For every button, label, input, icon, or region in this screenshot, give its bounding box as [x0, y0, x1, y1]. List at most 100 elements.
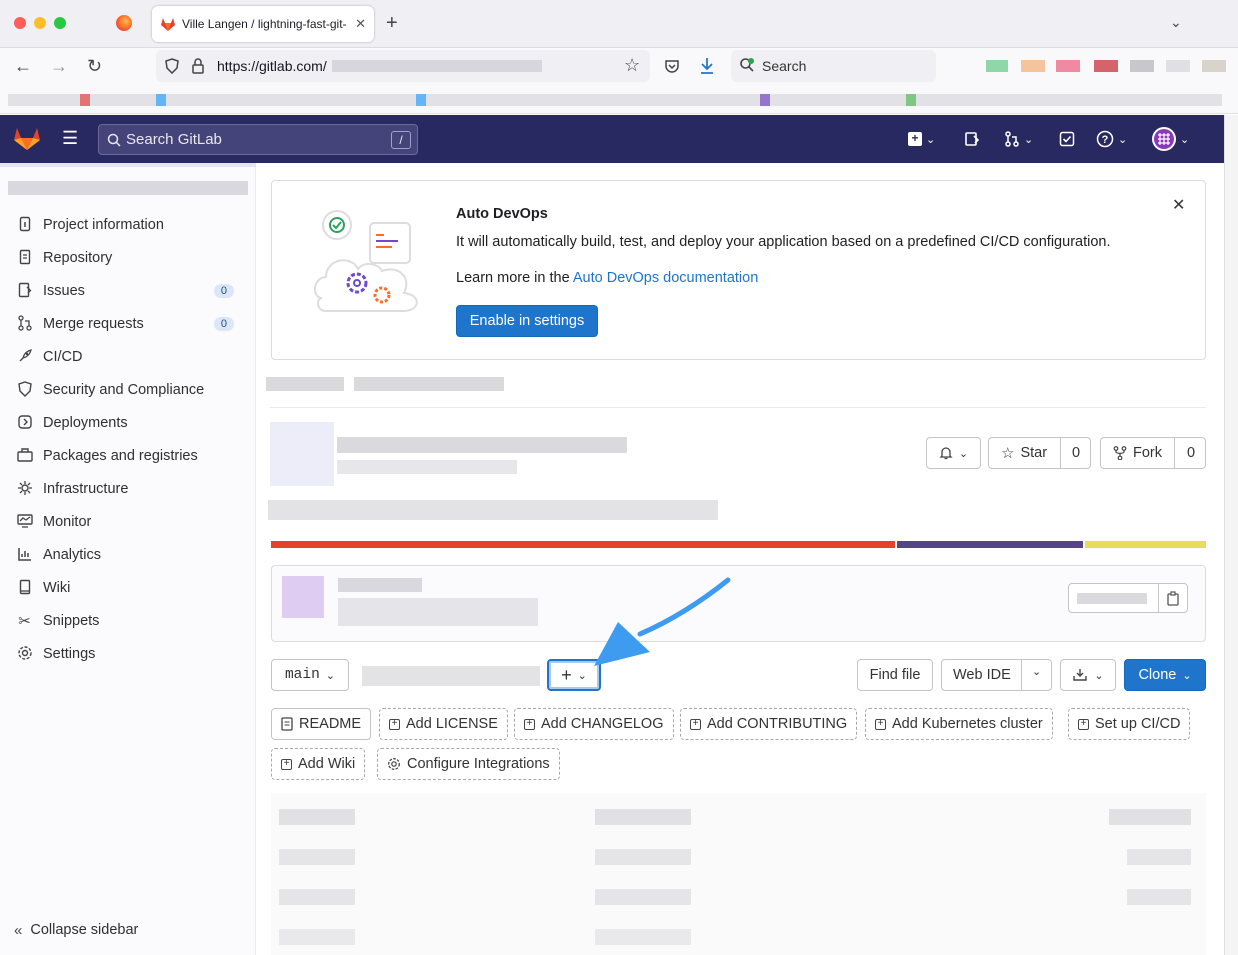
browser-tab-active[interactable]: Ville Langen / lightning-fast-git- ✕ — [152, 6, 374, 42]
collapse-sidebar-button[interactable]: « Collapse sidebar — [14, 917, 238, 943]
sidebar-item-label: Issues — [43, 283, 85, 299]
new-item-dropdown[interactable]: + ⌄ — [908, 128, 935, 150]
fork-count: 0 — [1187, 445, 1196, 461]
minimize-window-button[interactable] — [34, 17, 46, 29]
plus-square-icon: + — [281, 758, 292, 770]
notification-dropdown[interactable]: ⌄ — [926, 437, 981, 469]
find-file-button[interactable]: Find file — [857, 659, 933, 691]
add-kubernetes-cluster-button[interactable]: + Add Kubernetes cluster — [865, 708, 1053, 740]
sidebar-item-settings[interactable]: Settings — [16, 641, 240, 667]
tab-list-chevron-icon[interactable]: ⌄ — [1170, 14, 1182, 31]
close-window-button[interactable] — [14, 17, 26, 29]
gitlab-search-input[interactable]: Search GitLab / — [98, 124, 418, 155]
readme-button[interactable]: README — [271, 708, 372, 740]
new-tab-button[interactable]: + — [386, 12, 398, 35]
bookmark-star-icon[interactable]: ☆ — [624, 55, 640, 76]
sidebar-item-security-and-compliance[interactable]: Security and Compliance — [16, 377, 240, 403]
add-license-button[interactable]: + Add LICENSE — [379, 708, 508, 740]
merge-request-icon — [1005, 131, 1019, 147]
sidebar-item-packages-and-registries[interactable]: Packages and registries — [16, 443, 240, 469]
sidebar-item-deployments[interactable]: Deployments — [16, 410, 240, 436]
page-scrollbar[interactable] — [1224, 115, 1238, 955]
chevron-down-icon[interactable]: ⌄ — [1032, 665, 1041, 678]
gitlab-tab-icon — [161, 18, 175, 31]
reload-icon[interactable]: ↻ — [87, 56, 102, 77]
sidebar-item-ci-cd[interactable]: CI/CD — [16, 344, 240, 370]
todos-top-icon[interactable] — [1059, 128, 1075, 150]
forward-icon[interactable]: → — [50, 56, 68, 77]
set-up-ci-cd-button[interactable]: + Set up CI/CD — [1068, 708, 1191, 740]
commit-sha-redacted — [1077, 593, 1147, 604]
commit-sha-box[interactable] — [1068, 583, 1188, 613]
bell-icon — [939, 447, 953, 460]
devops-docs-link[interactable]: Auto DevOps documentation — [573, 270, 758, 286]
sidebar-item-merge-requests[interactable]: Merge requests 0 — [16, 311, 240, 337]
sidebar-item-repository[interactable]: Repository — [16, 245, 240, 271]
fork-button[interactable]: Fork 0 — [1100, 437, 1206, 469]
sidebar-item-infrastructure[interactable]: Infrastructure — [16, 476, 240, 502]
search-shortcut-kbd: / — [391, 131, 411, 149]
clone-label: Clone — [1138, 667, 1177, 683]
tracking-shield-icon[interactable] — [164, 58, 180, 74]
chevron-down-icon: ⌄ — [958, 447, 969, 460]
sidebar-item-label: Merge requests — [43, 316, 144, 332]
merge-icon — [16, 314, 33, 334]
sidebar-item-label: Repository — [43, 250, 113, 266]
sidebar-item-snippets[interactable]: ✂ Snippets — [16, 608, 240, 634]
cloud-icon — [16, 480, 33, 499]
sidebar-item-monitor[interactable]: Monitor — [16, 509, 240, 535]
plus-square-icon: + — [690, 718, 701, 730]
firefox-icon[interactable] — [116, 15, 132, 31]
add-contributing-button[interactable]: + Add CONTRIBUTING — [680, 708, 858, 740]
branch-selector[interactable]: main ⌄ — [271, 659, 349, 691]
gear-icon — [16, 645, 33, 664]
chart-icon — [16, 547, 33, 564]
chevron-double-left-icon: « — [14, 921, 23, 939]
copy-icon[interactable] — [1166, 591, 1180, 606]
help-dropdown[interactable]: ? ⌄ — [1096, 128, 1127, 150]
collapse-sidebar-label: Collapse sidebar — [30, 922, 139, 938]
plus-square-icon: + — [524, 718, 535, 730]
enable-in-settings-button[interactable]: Enable in settings — [456, 305, 598, 337]
merge-requests-top-dropdown[interactable]: ⌄ — [1004, 128, 1033, 150]
star-label: Star — [1020, 445, 1048, 461]
download-source-dropdown[interactable]: ⌄ — [1060, 659, 1116, 691]
doc-icon — [281, 717, 293, 731]
commit-author-avatar-redacted — [282, 576, 324, 618]
merge-requests-count-badge: 0 — [213, 317, 234, 331]
file-tree-redacted — [271, 793, 1206, 955]
pocket-icon[interactable] — [664, 58, 680, 74]
back-icon[interactable]: ← — [14, 56, 32, 77]
add-kubernetes-label: Add Kubernetes cluster — [892, 716, 1043, 732]
gitlab-logo-icon[interactable] — [13, 125, 41, 151]
close-tab-icon[interactable]: ✕ — [355, 16, 366, 32]
menu-hamburger-icon[interactable]: ☰ — [62, 129, 78, 147]
url-bar[interactable]: https://gitlab.com/ ☆ — [156, 50, 650, 82]
language-bar-segment — [1084, 541, 1206, 548]
sidebar-item-analytics[interactable]: Analytics — [16, 542, 240, 568]
add-wiki-button[interactable]: + Add Wiki — [271, 748, 366, 780]
web-ide-button[interactable]: Web IDE ⌄ — [941, 659, 1052, 691]
extension-icons-redacted — [958, 48, 1228, 88]
clone-dropdown[interactable]: Clone ⌄ — [1124, 659, 1206, 691]
download-icon[interactable] — [699, 57, 715, 75]
sidebar-item-project-information[interactable]: Project information — [16, 212, 240, 238]
user-menu-dropdown[interactable]: ⌄ — [1152, 127, 1189, 151]
sidebar-item-label: CI/CD — [43, 349, 83, 365]
lock-icon — [192, 58, 204, 74]
repo-path-redacted — [362, 666, 540, 686]
add-changelog-button[interactable]: + Add CHANGELOG — [514, 708, 674, 740]
auto-devops-banner: Auto DevOps It will automatically build,… — [271, 180, 1206, 360]
add-contributing-label: Add CONTRIBUTING — [707, 716, 848, 732]
close-icon[interactable]: ✕ — [1172, 195, 1185, 215]
chevron-down-icon: ⌄ — [1094, 669, 1104, 682]
configure-integrations-button[interactable]: Configure Integrations — [377, 748, 560, 780]
sidebar-item-wiki[interactable]: Wiki — [16, 575, 240, 601]
sidebar-item-issues[interactable]: Issues 0 — [16, 278, 240, 304]
star-button[interactable]: ☆ Star 0 — [988, 437, 1091, 469]
maximize-window-button[interactable] — [54, 17, 66, 29]
issue-icon — [965, 132, 980, 146]
sidebar-item-label: Security and Compliance — [43, 382, 205, 398]
browser-search-bar[interactable]: Search — [731, 50, 936, 82]
issues-top-icon[interactable] — [964, 128, 980, 150]
